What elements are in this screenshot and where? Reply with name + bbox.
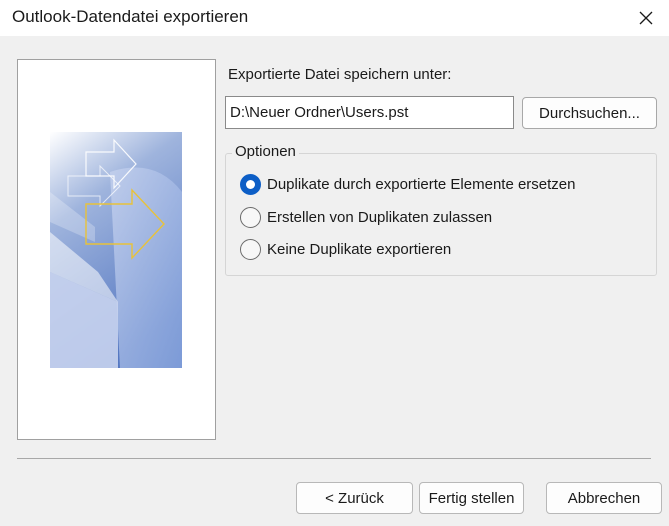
footer-separator [17, 458, 651, 459]
window-title: Outlook-Datendatei exportieren [12, 7, 249, 26]
export-arrows-graphic [50, 132, 182, 368]
radio-allow-duplicates-control[interactable] [240, 206, 261, 228]
wizard-image-panel [17, 59, 216, 440]
close-icon [639, 11, 653, 25]
radio-allow-duplicates-label: Erstellen von Duplikaten zulassen [267, 208, 493, 226]
cancel-button[interactable]: Abbrechen [546, 482, 662, 514]
back-button-label: < Zurück [325, 489, 384, 507]
radio-no-duplicates-control[interactable] [240, 238, 261, 260]
export-path-label: Exportierte Datei speichern unter: [228, 66, 452, 83]
browse-button[interactable]: Durchsuchen... [522, 97, 657, 129]
options-legend: Optionen [232, 143, 299, 160]
close-button[interactable] [623, 0, 669, 36]
finish-button[interactable]: Fertig stellen [419, 482, 524, 514]
radio-replace-duplicates-label: Duplikate durch exportierte Elemente ers… [267, 175, 576, 193]
radio-no-duplicates[interactable]: Keine Duplikate exportieren [240, 237, 451, 261]
cancel-button-label: Abbrechen [567, 489, 641, 507]
export-path-input[interactable] [225, 96, 514, 129]
back-button[interactable]: < Zurück [296, 482, 413, 514]
title-bar: Outlook-Datendatei exportieren [0, 0, 669, 36]
radio-no-duplicates-label: Keine Duplikate exportieren [267, 240, 452, 258]
radio-replace-duplicates[interactable]: Duplikate durch exportierte Elemente ers… [240, 172, 576, 196]
finish-button-label: Fertig stellen [428, 489, 515, 507]
radio-allow-duplicates[interactable]: Erstellen von Duplikaten zulassen [240, 205, 492, 229]
radio-replace-duplicates-control[interactable] [240, 173, 261, 195]
browse-button-label: Durchsuchen... [539, 104, 640, 122]
